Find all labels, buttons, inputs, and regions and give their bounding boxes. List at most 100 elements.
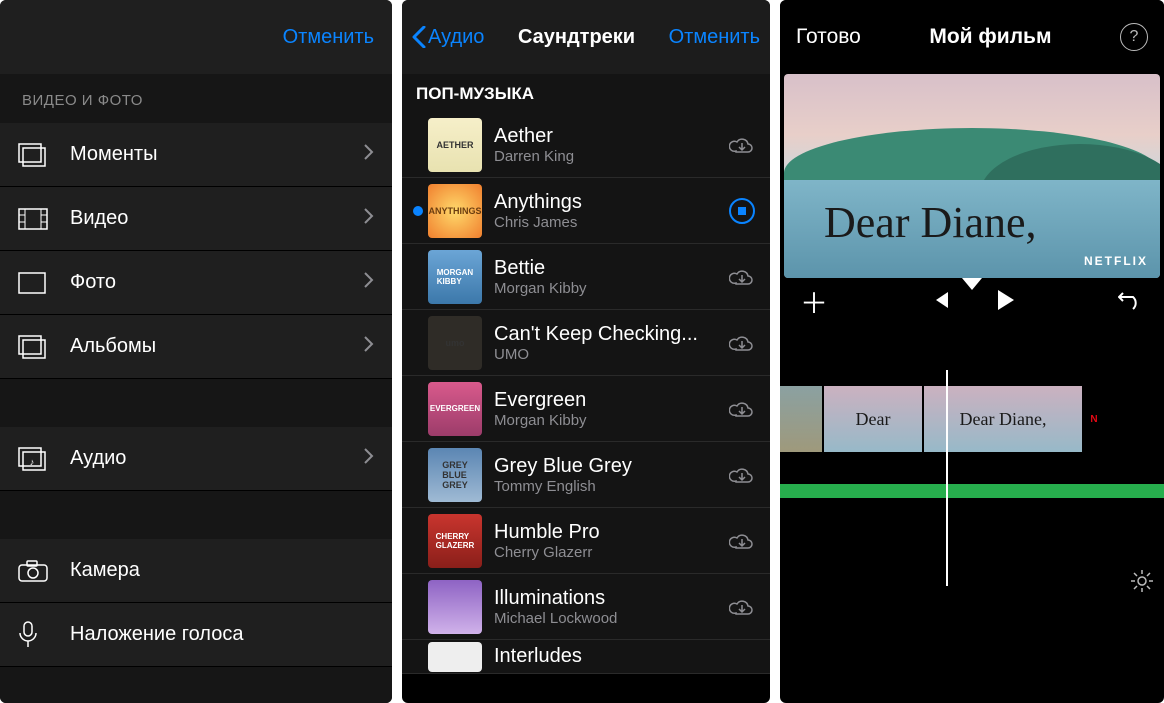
timeline-clip[interactable] xyxy=(780,386,824,452)
timeline[interactable]: Dear Dear Diane, N xyxy=(780,326,1164,606)
download-button[interactable] xyxy=(724,399,760,419)
media-picker-panel: Отменить ВИДЕО И ФОТО Моменты Видео Фото xyxy=(0,0,392,703)
cancel-button[interactable]: Отменить xyxy=(283,26,374,49)
timeline-clip[interactable]: N xyxy=(1084,386,1106,452)
track-row[interactable]: AETHER Aether Darren King xyxy=(402,112,770,178)
track-row[interactable]: MORGANKIBBY Bettie Morgan Kibby xyxy=(402,244,770,310)
row-label: Видео xyxy=(70,207,364,230)
albums-icon xyxy=(18,334,70,360)
track-row[interactable]: Interludes xyxy=(402,640,770,674)
row-label: Аудио xyxy=(70,447,364,470)
audio-track[interactable] xyxy=(780,484,1164,498)
now-playing-dot xyxy=(413,206,423,216)
editor-panel: Готово Мой фильм ? Dear Diane, NETFLIX ＋… xyxy=(780,0,1164,703)
chevron-right-icon xyxy=(364,447,374,470)
section-header-pop: ПОП-МУЗЫКА xyxy=(402,74,770,112)
album-art: GREYBLUEGREY xyxy=(428,448,482,502)
panel3-header: Готово Мой фильм ? xyxy=(780,0,1164,74)
row-audio[interactable]: ♪ Аудио xyxy=(0,427,392,491)
stop-button[interactable] xyxy=(724,197,760,225)
chevron-right-icon xyxy=(364,335,374,358)
soundtracks-panel: Аудио Саундтреки Отменить ПОП-МУЗЫКА AET… xyxy=(402,0,770,703)
row-camera[interactable]: Камера xyxy=(0,539,392,603)
track-artist: Morgan Kibby xyxy=(494,280,724,297)
timeline-clip[interactable]: Dear Diane, xyxy=(924,386,1084,452)
download-button[interactable] xyxy=(724,135,760,155)
track-title: Can't Keep Checking... xyxy=(494,323,724,346)
cancel-button[interactable]: Отменить xyxy=(669,26,760,49)
album-art: MORGANKIBBY xyxy=(428,250,482,304)
row-label: Наложение голоса xyxy=(70,623,374,646)
download-button[interactable] xyxy=(724,267,760,287)
track-artist: Tommy English xyxy=(494,478,724,495)
row-voiceover[interactable]: Наложение голоса xyxy=(0,603,392,667)
track-row[interactable]: EVERGREEN Evergreen Morgan Kibby xyxy=(402,376,770,442)
album-art: CHERRYGLAZERR xyxy=(428,514,482,568)
track-artist: Morgan Kibby xyxy=(494,412,724,429)
panel1-header: Отменить xyxy=(0,0,392,74)
done-button[interactable]: Готово xyxy=(796,25,861,49)
row-albums[interactable]: Альбомы xyxy=(0,315,392,379)
row-label: Альбомы xyxy=(70,335,364,358)
track-row[interactable]: Illuminations Michael Lockwood xyxy=(402,574,770,640)
track-title: Aether xyxy=(494,125,724,148)
track-row[interactable]: umo Can't Keep Checking... UMO xyxy=(402,310,770,376)
prev-button[interactable] xyxy=(930,290,950,315)
panel2-header: Аудио Саундтреки Отменить xyxy=(402,0,770,74)
track-title: Bettie xyxy=(494,257,724,280)
track-title: Evergreen xyxy=(494,389,724,412)
chevron-right-icon xyxy=(364,207,374,230)
video-preview[interactable]: Dear Diane, NETFLIX xyxy=(784,74,1160,278)
back-button[interactable]: Аудио xyxy=(412,26,484,49)
download-button[interactable] xyxy=(724,597,760,617)
row-label: Фото xyxy=(70,271,364,294)
track-artist: Michael Lockwood xyxy=(494,610,724,627)
row-photo[interactable]: Фото xyxy=(0,251,392,315)
row-video[interactable]: Видео xyxy=(0,187,392,251)
section-header-video-photo: ВИДЕО И ФОТО xyxy=(0,74,392,123)
timeline-clip[interactable]: Dear xyxy=(824,386,924,452)
album-art xyxy=(428,580,482,634)
playback-controls: ＋ xyxy=(780,278,1164,326)
help-button[interactable]: ? xyxy=(1120,23,1148,51)
album-art: umo xyxy=(428,316,482,370)
album-art: AETHER xyxy=(428,118,482,172)
photo-icon xyxy=(18,272,70,294)
track-title: Anythings xyxy=(494,191,724,214)
preview-text: Dear Diane, xyxy=(824,197,1037,248)
download-button[interactable] xyxy=(724,531,760,551)
audio-icon: ♪ xyxy=(18,446,70,472)
video-clips-track[interactable]: Dear Dear Diane, N xyxy=(780,386,1164,452)
playhead-marker-icon xyxy=(962,278,982,290)
playhead[interactable] xyxy=(946,370,948,586)
brand-watermark: NETFLIX xyxy=(1084,254,1148,268)
play-button[interactable] xyxy=(996,289,1016,316)
track-row[interactable]: GREYBLUEGREY Grey Blue Grey Tommy Englis… xyxy=(402,442,770,508)
video-icon xyxy=(18,208,70,230)
row-label: Камера xyxy=(70,559,374,582)
track-row[interactable]: CHERRYGLAZERR Humble Pro Cherry Glazerr xyxy=(402,508,770,574)
download-button[interactable] xyxy=(724,465,760,485)
album-art: ANYTHINGS xyxy=(428,184,482,238)
undo-button[interactable] xyxy=(1118,289,1144,316)
track-artist: Cherry Glazerr xyxy=(494,544,724,561)
chevron-right-icon xyxy=(364,271,374,294)
track-title: Grey Blue Grey xyxy=(494,455,724,478)
spacer xyxy=(0,491,392,539)
spacer xyxy=(0,667,392,703)
panel2-title: Саундтреки xyxy=(518,26,635,49)
album-art: EVERGREEN xyxy=(428,382,482,436)
row-moments[interactable]: Моменты xyxy=(0,123,392,187)
camera-icon xyxy=(18,560,70,582)
album-art xyxy=(428,642,482,672)
microphone-icon xyxy=(18,621,70,649)
track-title: Humble Pro xyxy=(494,521,724,544)
project-title: Мой фильм xyxy=(929,25,1051,49)
track-row[interactable]: ANYTHINGS Anythings Chris James xyxy=(402,178,770,244)
track-artist: UMO xyxy=(494,346,724,363)
add-media-button[interactable]: ＋ xyxy=(800,282,828,322)
chevron-right-icon xyxy=(364,143,374,166)
settings-button[interactable] xyxy=(1130,569,1154,598)
track-artist: Chris James xyxy=(494,214,724,231)
download-button[interactable] xyxy=(724,333,760,353)
